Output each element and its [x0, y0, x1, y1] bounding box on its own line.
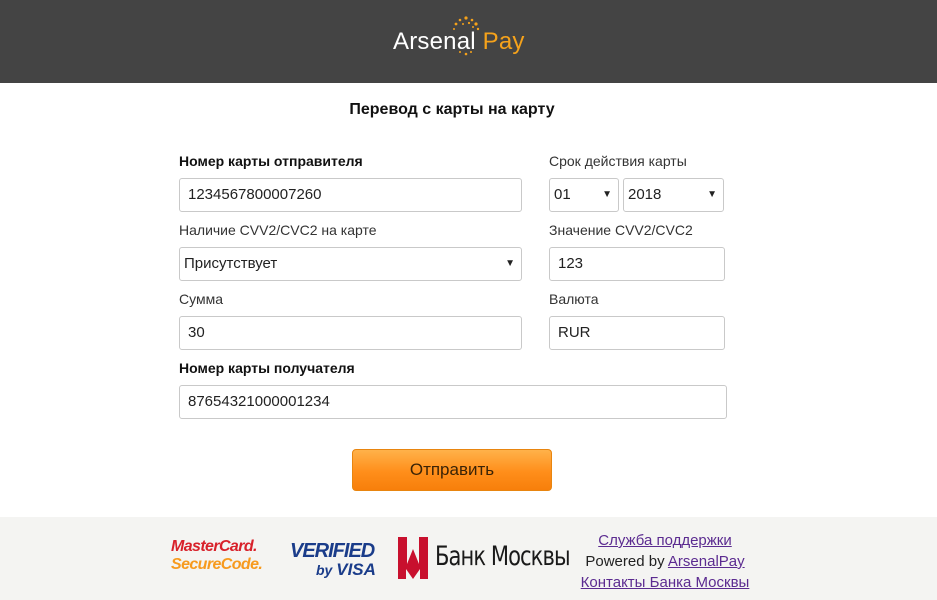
- footer-links: Служба поддержки Powered by ArsenalPay К…: [560, 530, 770, 593]
- arsenalpay-link[interactable]: ArsenalPay: [668, 553, 745, 570]
- amount-input[interactable]: 30: [179, 316, 522, 350]
- bank-moskvy-name: Банк Москвы: [435, 541, 571, 572]
- expiry-year-select[interactable]: 2018 ▼: [623, 178, 724, 212]
- chevron-down-icon: ▼: [602, 189, 612, 200]
- support-link[interactable]: Служба поддержки: [598, 532, 732, 549]
- receiver-card-label: Номер карты получателя: [179, 360, 355, 376]
- receiver-card-input[interactable]: 87654321000001234: [179, 385, 727, 419]
- sender-card-input[interactable]: 1234567800007260: [179, 178, 522, 212]
- cvv-presence-label: Наличие CVV2/CVC2 на карте: [179, 222, 377, 238]
- expiry-label: Срок действия карты: [549, 153, 687, 169]
- verified-by-visa-logo: VERIFIED by VISA: [290, 540, 382, 578]
- securecode-text: SecureCode.: [171, 556, 263, 573]
- chevron-down-icon: ▼: [707, 189, 717, 200]
- cvv-presence-value: Присутствует: [184, 255, 278, 272]
- sender-card-label: Номер карты отправителя: [179, 153, 363, 169]
- cvv-value-label: Значение CVV2/CVC2: [549, 222, 693, 238]
- verified-text: VERIFIED: [290, 540, 375, 562]
- page-title: Перевод с карты на карту: [349, 101, 555, 118]
- chevron-down-icon: ▼: [505, 258, 515, 269]
- powered-by-text: Powered by: [585, 553, 665, 570]
- by-text: by: [316, 562, 333, 578]
- expiry-year-value: 2018: [628, 186, 662, 203]
- bank-moskvy-logo-icon: [398, 537, 428, 579]
- submit-button[interactable]: Отправить: [352, 449, 552, 491]
- cvv-value-input[interactable]: 123: [549, 247, 725, 281]
- logo-text-pay: Pay: [482, 28, 525, 55]
- visa-text: VISA: [336, 560, 376, 579]
- expiry-month-select[interactable]: 01 ▼: [549, 178, 619, 212]
- logo-burst-icon: [453, 16, 480, 56]
- header-bar: Arsenal Pay: [0, 0, 937, 83]
- cvv-presence-select[interactable]: Присутствует ▼: [179, 247, 522, 281]
- bank-contacts-link[interactable]: Контакты Банка Москвы: [581, 574, 750, 591]
- currency-input[interactable]: RUR: [549, 316, 725, 350]
- mastercard-securecode-logo: MasterCard. SecureCode.: [171, 538, 271, 574]
- mastercard-text: MasterCard.: [171, 538, 257, 555]
- expiry-month-value: 01: [554, 186, 571, 203]
- amount-label: Сумма: [179, 291, 223, 307]
- currency-label: Валюта: [549, 291, 599, 307]
